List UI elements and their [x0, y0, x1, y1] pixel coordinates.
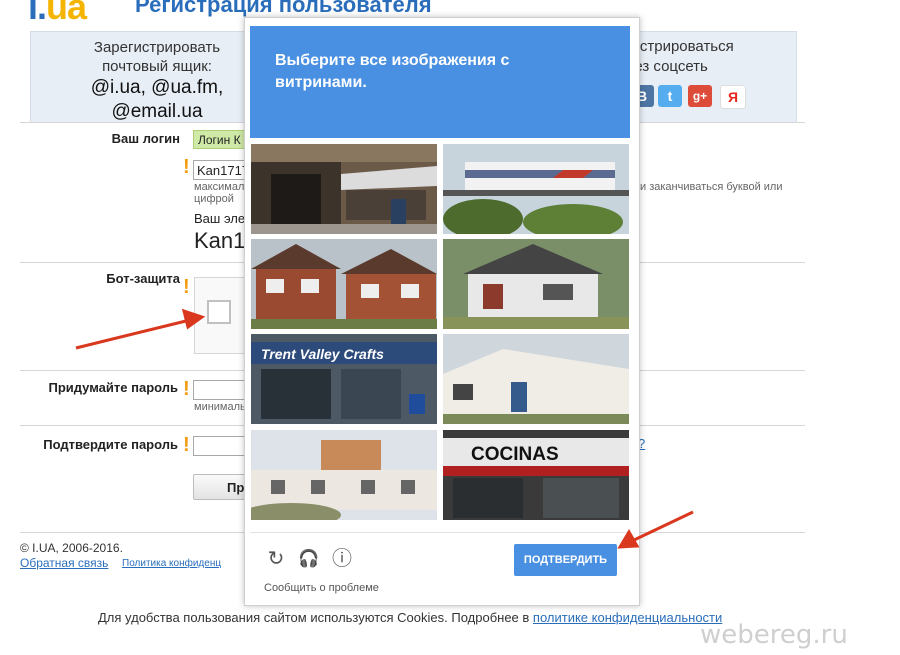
annotation-arrows	[75, 308, 694, 549]
arrow-to-checkbox	[75, 308, 206, 350]
arrow-to-verify	[617, 510, 694, 549]
